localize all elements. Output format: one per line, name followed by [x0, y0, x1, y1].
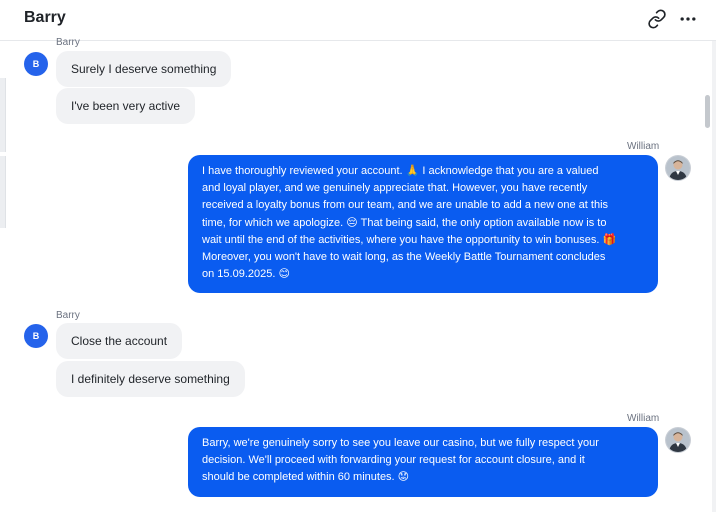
message-line: wait until the end of the activities, wh…	[202, 233, 617, 246]
link-icon[interactable]	[647, 9, 667, 29]
message-line: Moreover, you won't have to wait long, a…	[202, 251, 606, 264]
message-line: received a loyalty bonus from our team, …	[202, 199, 609, 212]
message-line: Barry, we're genuinely sorry to see you …	[202, 437, 599, 449]
right-panel-edge	[712, 40, 716, 512]
side-panel-edge	[0, 156, 6, 228]
sender-name: William	[627, 141, 660, 152]
message-line: and loyal player, and we genuinely appre…	[202, 182, 588, 195]
incoming-message: Surely I deserve something	[56, 51, 232, 87]
person-photo-icon	[666, 156, 690, 180]
avatar	[666, 156, 690, 180]
avatar: B	[24, 52, 48, 76]
message-line: I have thoroughly reviewed your account.…	[202, 165, 599, 177]
sender-name: Barry	[56, 37, 80, 48]
person-photo-icon	[666, 428, 690, 452]
chat-header: Barry	[0, 0, 716, 41]
message-line: on 15.09.2025. 😊	[202, 268, 290, 281]
avatar	[666, 428, 690, 452]
side-panel-edge	[0, 78, 6, 152]
incoming-message: I've been very active	[56, 88, 196, 124]
sender-name: Barry	[56, 310, 80, 321]
avatar: B	[24, 324, 48, 348]
incoming-message: I definitely deserve something	[56, 361, 245, 397]
scrollbar-thumb[interactable]	[705, 95, 710, 128]
message-line: should be completed within 60 minutes. 😟	[202, 471, 410, 484]
message-line: decision. We'll proceed with forwarding …	[202, 454, 585, 467]
sender-name: William	[627, 413, 660, 424]
chat-title: Barry	[24, 9, 66, 26]
outgoing-message: Barry, we're genuinely sorry to see you …	[188, 427, 658, 497]
more-horizontal-icon[interactable]	[678, 9, 698, 29]
incoming-message: Close the account	[56, 323, 183, 359]
outgoing-message: I have thoroughly reviewed your account.…	[188, 155, 658, 293]
message-line: time, for which we apologize. 😔 That bei…	[202, 216, 607, 229]
